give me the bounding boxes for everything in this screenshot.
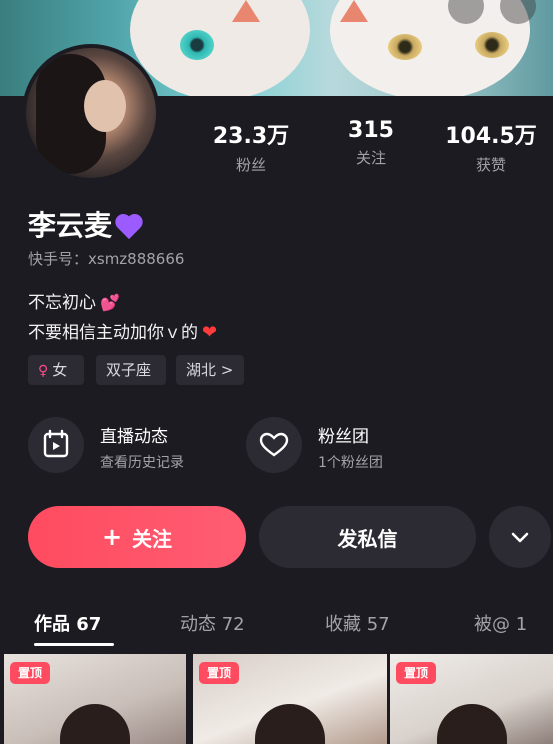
tab-favorites[interactable]: 收藏 57: [325, 610, 390, 636]
follow-label: 关注: [132, 526, 173, 551]
pinned-badge: 置顶: [199, 662, 239, 684]
bio-line-1: 不忘初心 💕: [28, 288, 120, 313]
kuaishou-id: 快手号：xsmz888666: [28, 250, 185, 268]
thumbnail-figure: [60, 704, 130, 744]
video-thumbnail[interactable]: 置顶: [4, 654, 186, 744]
video-thumbnail[interactable]: 置顶: [390, 654, 553, 744]
bio-text: 不忘初心: [28, 293, 96, 313]
stat-likes[interactable]: 104.5万 获赞: [432, 118, 550, 175]
pinned-badge: 置顶: [10, 662, 50, 684]
heart-badge-icon: [259, 432, 289, 457]
fan-club-button[interactable]: [246, 417, 302, 473]
live-history-button[interactable]: [28, 417, 84, 473]
stat-value: 23.3万: [212, 124, 290, 149]
message-button[interactable]: 发私信: [259, 506, 476, 568]
cat-eye: [388, 34, 422, 60]
fan-club-title[interactable]: 粉丝团: [318, 422, 369, 447]
follow-button[interactable]: + 关注: [28, 506, 246, 568]
two-hearts-icon: 💕: [100, 293, 120, 312]
pinned-badge: 置顶: [396, 662, 436, 684]
red-heart-icon: ❤: [202, 322, 218, 343]
more-button[interactable]: [489, 506, 551, 568]
tag-gender: ♀ 女: [28, 355, 84, 385]
bio-line-2: 不要相信主动加你ｖ的 ❤: [28, 318, 217, 343]
avatar-face: [84, 80, 126, 132]
cat-eye: [475, 32, 509, 58]
stat-fans[interactable]: 23.3万 粉丝: [196, 118, 306, 175]
thumbnail-figure: [255, 704, 325, 744]
active-tab-indicator: [34, 643, 114, 646]
tag-label: 女: [52, 361, 68, 379]
stat-value: 104.5万: [445, 124, 537, 149]
thumbnail-figure: [436, 704, 507, 744]
tag-location[interactable]: 湖北 >: [176, 355, 244, 385]
stat-label: 获赞: [475, 156, 506, 174]
purple-heart-icon: [116, 213, 144, 241]
stat-value: 315: [348, 118, 394, 143]
female-icon: ♀: [38, 363, 49, 379]
chevron-down-icon: [511, 532, 529, 543]
cat-left: [130, 0, 310, 96]
tab-moments[interactable]: 动态 72: [180, 610, 245, 636]
profile-name: 李云麦: [28, 204, 144, 244]
fan-club-subtitle: 1个粉丝团: [318, 455, 383, 471]
stat-label: 粉丝: [235, 156, 266, 174]
plus-icon: +: [101, 523, 123, 551]
stat-following[interactable]: 315 关注: [326, 118, 416, 168]
avatar[interactable]: [22, 44, 160, 182]
cat-ear: [340, 0, 368, 22]
live-history-subtitle: 查看历史记录: [100, 455, 184, 471]
live-history-title[interactable]: 直播动态: [100, 422, 168, 447]
tab-mentions[interactable]: 被@ 1: [474, 610, 527, 636]
video-thumbnail[interactable]: 置顶: [193, 654, 387, 744]
stat-label: 关注: [355, 149, 386, 167]
calendar-play-icon: [43, 429, 69, 458]
tag-zodiac: 双子座: [96, 355, 166, 385]
cat-eye: [180, 30, 214, 60]
tab-works[interactable]: 作品 67: [34, 610, 101, 636]
profile-name-text: 李云麦: [28, 209, 113, 242]
cat-ear: [232, 0, 260, 22]
bio-text: 不要相信主动加你ｖ的: [28, 323, 198, 343]
